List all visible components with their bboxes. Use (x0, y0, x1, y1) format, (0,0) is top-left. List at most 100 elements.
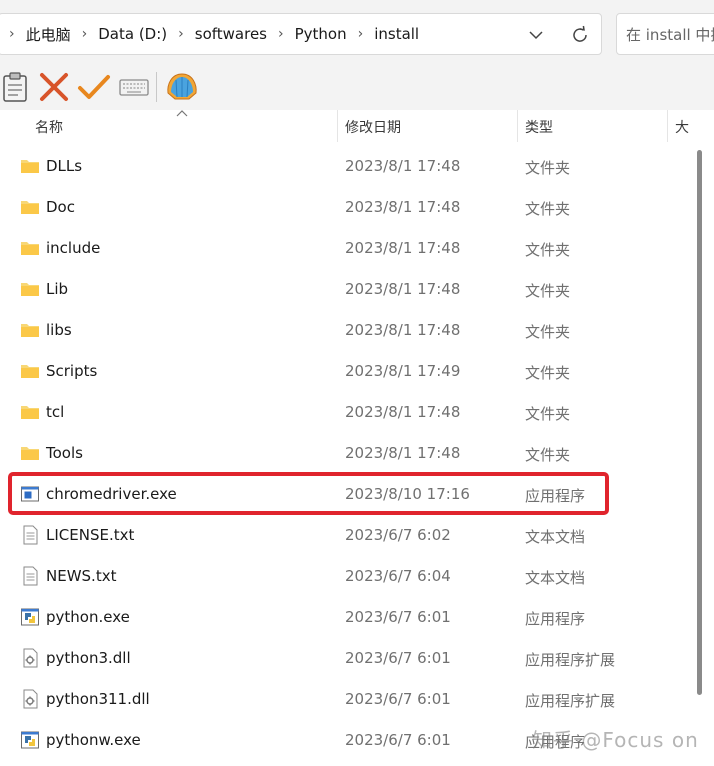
file-name: pythonw.exe (46, 731, 141, 749)
file-modified: 2023/8/1 17:48 (345, 239, 461, 257)
chevron-right-icon[interactable]: › (358, 26, 364, 42)
clipboard-icon[interactable] (2, 71, 28, 103)
file-row[interactable]: chromedriver.exe 2023/8/10 17:16 应用程序 (0, 474, 690, 515)
file-modified: 2023/8/1 17:48 (345, 321, 461, 339)
shell-icon[interactable] (165, 71, 199, 103)
file-modified: 2023/6/7 6:04 (345, 567, 451, 585)
breadcrumb-item[interactable]: softwares (195, 25, 267, 43)
chevron-down-icon[interactable] (527, 26, 545, 44)
file-name: Tools (46, 444, 83, 462)
file-modified: 2023/8/1 17:48 (345, 403, 461, 421)
chevron-right-icon[interactable]: › (9, 26, 15, 42)
file-modified: 2023/8/1 17:48 (345, 280, 461, 298)
file-type: 文件夹 (525, 159, 571, 177)
file-list: DLLs 2023/8/1 17:48 文件夹 Doc 2023/8/1 17:48 文件… (0, 146, 690, 761)
file-name: libs (46, 321, 72, 339)
file-row[interactable]: python3.dll 2023/6/7 6:01 应用程序扩展 (0, 638, 690, 679)
file-row[interactable]: Tools 2023/8/1 17:48 文件夹 (0, 433, 690, 474)
file-name: chromedriver.exe (46, 485, 177, 503)
folder-icon (20, 443, 40, 463)
column-divider[interactable] (337, 110, 338, 142)
file-name: python.exe (46, 608, 130, 626)
column-name[interactable]: 名称 (35, 117, 63, 137)
refresh-icon[interactable] (570, 25, 590, 45)
file-name: python311.dll (46, 690, 150, 708)
file-type: 文本文档 (525, 528, 586, 546)
file-modified: 2023/6/7 6:01 (345, 649, 451, 667)
file-name: Lib (46, 280, 69, 298)
file-modified: 2023/6/7 6:01 (345, 608, 451, 626)
file-type: 应用程序 (525, 610, 586, 628)
toolbar (0, 64, 714, 111)
file-type: 文件夹 (525, 364, 571, 382)
breadcrumb-item[interactable]: install (374, 25, 419, 43)
file-name: LICENSE.txt (46, 526, 135, 544)
chevron-right-icon[interactable]: › (82, 26, 88, 42)
file-type: 文件夹 (525, 446, 571, 464)
file-type: 文件夹 (525, 200, 571, 218)
file-row[interactable]: DLLs 2023/8/1 17:48 文件夹 (0, 146, 690, 187)
column-header: 名称 修改日期 类型 大 (0, 110, 714, 142)
column-divider[interactable] (517, 110, 518, 142)
file-type: 应用程序扩展 (525, 651, 616, 669)
file-modified: 2023/8/1 17:48 (345, 198, 461, 216)
file-type: 文件夹 (525, 241, 571, 259)
keyboard-icon[interactable] (118, 71, 150, 103)
file-type: 文件夹 (525, 323, 571, 341)
file-type: 文件夹 (525, 282, 571, 300)
file-modified: 2023/8/1 17:49 (345, 362, 461, 380)
breadcrumb-item[interactable]: Data (D:) (98, 25, 167, 43)
file-type: 应用程序 (525, 487, 586, 505)
file-name: python3.dll (46, 649, 131, 667)
file-row[interactable]: LICENSE.txt 2023/6/7 6:02 文本文档 (0, 515, 690, 556)
address-bar[interactable]: › 此电脑 › Data (D:) › softwares › Python › install (0, 13, 602, 55)
checkmark-icon[interactable] (77, 71, 111, 103)
folder-icon (20, 402, 40, 422)
address-area: › 此电脑 › Data (D:) › softwares › Python › install … (0, 0, 714, 64)
file-type: 文件夹 (525, 405, 571, 423)
chevron-right-icon[interactable]: › (178, 26, 184, 42)
folder-icon (20, 361, 40, 381)
folder-icon (20, 197, 40, 217)
breadcrumb-item[interactable]: 此电脑 (26, 24, 71, 45)
file-row[interactable]: NEWS.txt 2023/6/7 6:04 文本文档 (0, 556, 690, 597)
folder-icon (20, 238, 40, 258)
column-size[interactable]: 大 (675, 117, 689, 137)
file-row[interactable]: Scripts 2023/8/1 17:49 文件夹 (0, 351, 690, 392)
file-row[interactable]: tcl 2023/8/1 17:48 文件夹 (0, 392, 690, 433)
file-row[interactable]: libs 2023/8/1 17:48 文件夹 (0, 310, 690, 351)
text-file-icon (20, 566, 40, 586)
dll-icon (20, 648, 40, 668)
file-name: DLLs (46, 157, 83, 175)
search-input[interactable]: 在 install 中搜 (616, 13, 714, 55)
file-row[interactable]: Lib 2023/8/1 17:48 文件夹 (0, 269, 690, 310)
sort-ascending-icon (176, 110, 188, 117)
scrollbar-thumb[interactable] (697, 150, 702, 695)
breadcrumb-item[interactable]: Python (295, 25, 347, 43)
file-type: 文本文档 (525, 569, 586, 587)
file-modified: 2023/6/7 6:01 (345, 731, 451, 749)
breadcrumb: › 此电脑 › Data (D:) › softwares › Python › install (9, 14, 419, 54)
file-modified: 2023/8/1 17:48 (345, 157, 461, 175)
file-modified: 2023/6/7 6:01 (345, 690, 451, 708)
column-divider[interactable] (667, 110, 668, 142)
file-name: NEWS.txt (46, 567, 117, 585)
file-row[interactable]: Doc 2023/8/1 17:48 文件夹 (0, 187, 690, 228)
text-file-icon (20, 525, 40, 545)
file-name: include (46, 239, 101, 257)
delete-x-icon[interactable] (38, 71, 70, 103)
chevron-right-icon[interactable]: › (278, 26, 284, 42)
python-exe-icon (20, 730, 40, 750)
watermark: 知乎 @Focus on (532, 728, 699, 752)
toolbar-divider (156, 72, 157, 102)
file-row[interactable]: python311.dll 2023/6/7 6:01 应用程序扩展 (0, 679, 690, 720)
file-name: Doc (46, 198, 75, 216)
file-name: tcl (46, 403, 65, 421)
column-modified[interactable]: 修改日期 (345, 117, 401, 137)
file-row[interactable]: python.exe 2023/6/7 6:01 应用程序 (0, 597, 690, 638)
file-modified: 2023/8/10 17:16 (345, 485, 470, 503)
exe-icon (20, 484, 40, 504)
file-row[interactable]: include 2023/8/1 17:48 文件夹 (0, 228, 690, 269)
file-name: Scripts (46, 362, 98, 380)
column-type[interactable]: 类型 (525, 117, 553, 137)
